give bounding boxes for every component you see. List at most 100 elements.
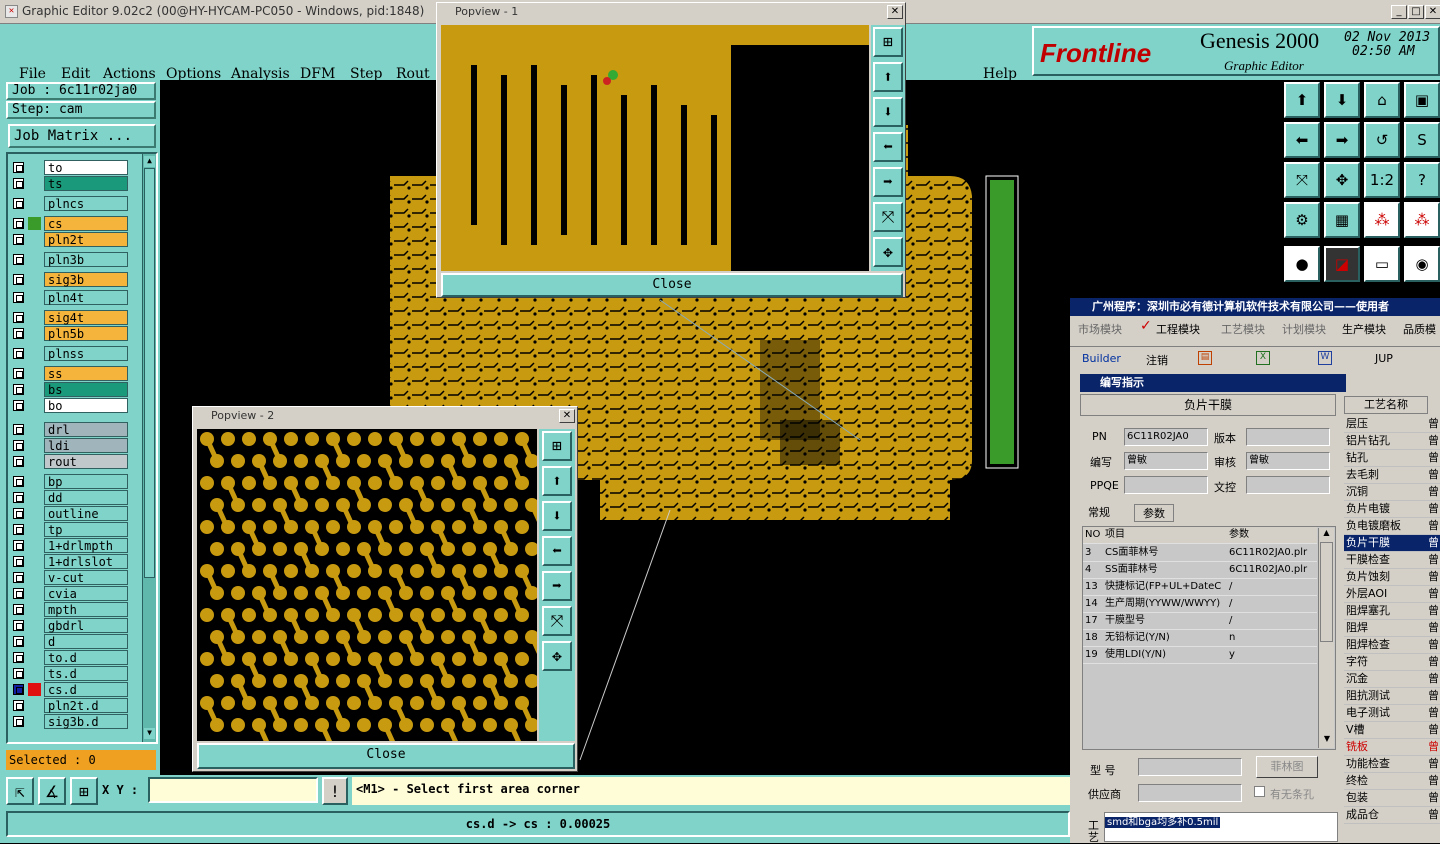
pn-field[interactable]: 6C11R02JA0 bbox=[1124, 428, 1208, 446]
logout-button[interactable]: 注销 bbox=[1146, 352, 1168, 368]
tool-left-icon[interactable]: ⬅ bbox=[1284, 122, 1320, 158]
tool-home-icon[interactable]: ⌂ bbox=[1364, 82, 1400, 118]
supplier-field[interactable] bbox=[1138, 784, 1242, 802]
tab-process[interactable]: 工艺模块 bbox=[1221, 321, 1265, 337]
layer-checkbox[interactable] bbox=[13, 384, 24, 395]
maximize-button[interactable]: □ bbox=[1408, 5, 1424, 19]
subtab-general[interactable]: 常规 bbox=[1088, 504, 1110, 520]
layer-checkbox[interactable] bbox=[13, 254, 24, 265]
layer-checkbox[interactable] bbox=[13, 668, 24, 679]
process-item[interactable]: 负电镀磨板 曾 bbox=[1344, 518, 1440, 535]
popview-2-pan-down-icon[interactable]: ⬇ bbox=[542, 501, 572, 531]
process-item[interactable]: V槽 曾 bbox=[1344, 722, 1440, 739]
popview-2-close-button[interactable]: Close bbox=[197, 743, 575, 769]
popview-1-pan-down-icon[interactable]: ⬇ bbox=[873, 97, 903, 127]
popview-2-close-icon[interactable]: ✕ bbox=[559, 409, 575, 423]
layer-checkbox[interactable] bbox=[13, 684, 24, 695]
layer-row[interactable]: outline bbox=[10, 506, 130, 522]
layer-row[interactable]: to bbox=[10, 160, 130, 176]
layer-row[interactable]: ldi bbox=[10, 438, 130, 454]
process-item[interactable]: 成品仓 曾 bbox=[1344, 807, 1440, 824]
layer-name[interactable]: rout bbox=[44, 454, 128, 469]
popview-1-close-button[interactable]: Close bbox=[441, 273, 903, 297]
tool-slash-icon[interactable]: ◪ bbox=[1324, 246, 1360, 282]
doc-control-field[interactable] bbox=[1246, 476, 1330, 494]
layer-checkbox[interactable] bbox=[13, 274, 24, 285]
layer-name[interactable]: plnss bbox=[44, 346, 128, 361]
process-item[interactable]: 阻焊 曾 bbox=[1344, 620, 1440, 637]
layer-checkbox[interactable] bbox=[13, 636, 24, 647]
process-item[interactable]: 铣板 曾 bbox=[1344, 739, 1440, 756]
tool-window-icon[interactable]: ▣ bbox=[1404, 82, 1440, 118]
layer-checkbox[interactable] bbox=[13, 556, 24, 567]
layer-checkbox[interactable] bbox=[13, 198, 24, 209]
excel-icon[interactable]: X bbox=[1256, 351, 1270, 365]
layer-name[interactable]: sig3b.d bbox=[44, 714, 128, 729]
process-item[interactable]: 层压 曾 bbox=[1344, 416, 1440, 433]
layer-row[interactable]: pln2t.d bbox=[10, 698, 130, 714]
tool-net-icon[interactable]: ⁂ bbox=[1364, 202, 1400, 238]
process-item[interactable]: 干膜检查 曾 bbox=[1344, 552, 1440, 569]
layer-name[interactable]: to.d bbox=[44, 650, 128, 665]
layer-name[interactable]: ts bbox=[44, 176, 128, 191]
process-item[interactable]: 去毛刺 曾 bbox=[1344, 467, 1440, 484]
subtab-params[interactable]: 参数 bbox=[1134, 504, 1174, 522]
layer-row[interactable]: dd bbox=[10, 490, 130, 506]
tool-grid-icon[interactable]: ▦ bbox=[1324, 202, 1360, 238]
layer-row[interactable]: bp bbox=[10, 474, 130, 490]
tool-s-icon[interactable]: S bbox=[1404, 122, 1440, 158]
grid-snap-icon[interactable]: ⊞ bbox=[70, 777, 98, 805]
process-item[interactable]: 包装 曾 bbox=[1344, 790, 1440, 807]
tab-engineering[interactable]: 工程模块 bbox=[1156, 321, 1200, 337]
process-item[interactable]: 功能检查 曾 bbox=[1344, 756, 1440, 773]
layer-checkbox[interactable] bbox=[13, 604, 24, 615]
layer-row[interactable]: pln2t bbox=[10, 232, 130, 248]
popview-2-zoom-center-icon[interactable]: ✥ bbox=[542, 641, 572, 671]
tool-net2-icon[interactable]: ⁂ bbox=[1404, 202, 1440, 238]
layer-name[interactable]: bp bbox=[44, 474, 128, 489]
layer-checkbox[interactable] bbox=[13, 492, 24, 503]
scroll-up-icon[interactable]: ▲ bbox=[144, 156, 155, 167]
popview-1-zoom-center-icon[interactable]: ✥ bbox=[873, 237, 903, 267]
layer-name[interactable]: pln5b bbox=[44, 326, 128, 341]
process-item[interactable]: 沉金 曾 bbox=[1344, 671, 1440, 688]
layer-name[interactable]: cs bbox=[44, 216, 128, 231]
layer-row[interactable]: ts.d bbox=[10, 666, 130, 682]
layer-row[interactable]: bs bbox=[10, 382, 130, 398]
tab-market[interactable]: 市场模块 bbox=[1078, 321, 1122, 337]
close-window-button[interactable]: ✕ bbox=[1425, 5, 1440, 19]
process-item[interactable]: 终检 曾 bbox=[1344, 773, 1440, 790]
process-item[interactable]: 字符 曾 bbox=[1344, 654, 1440, 671]
exclaim-button[interactable]: ! bbox=[322, 777, 348, 805]
builder-button[interactable]: Builder bbox=[1082, 352, 1121, 365]
snap-icon[interactable]: ∡ bbox=[38, 777, 66, 805]
popview-1-close-icon[interactable]: ✕ bbox=[887, 5, 903, 19]
tool-zoom-fit-icon[interactable]: ⤧ bbox=[1284, 162, 1320, 198]
popview-2-pan-right-icon[interactable]: ➡ bbox=[542, 571, 572, 601]
layer-row[interactable]: v-cut bbox=[10, 570, 130, 586]
layer-row[interactable]: sig3b.d bbox=[10, 714, 130, 730]
tool-measure-icon[interactable]: ⚙ bbox=[1284, 202, 1320, 238]
review-field[interactable]: 曾敏 bbox=[1246, 452, 1330, 470]
layer-name[interactable]: cs.d bbox=[44, 682, 128, 697]
layer-name[interactable]: sig4t bbox=[44, 310, 128, 325]
layer-checkbox[interactable] bbox=[13, 292, 24, 303]
process-item[interactable]: 外层AOI 曾 bbox=[1344, 586, 1440, 603]
layer-checkbox[interactable] bbox=[13, 588, 24, 599]
layer-checkbox[interactable] bbox=[13, 652, 24, 663]
tab-plan[interactable]: 计划模块 bbox=[1282, 321, 1326, 337]
layer-row[interactable]: pln3b bbox=[10, 252, 130, 268]
scroll-down-icon[interactable]: ▼ bbox=[144, 728, 155, 739]
layer-name[interactable]: 1+drlmpth bbox=[44, 538, 128, 553]
layer-name[interactable]: ts.d bbox=[44, 666, 128, 681]
layer-checkbox[interactable] bbox=[13, 440, 24, 451]
layer-row[interactable]: sig3b bbox=[10, 272, 130, 288]
layer-name[interactable]: sig3b bbox=[44, 272, 128, 287]
process-item[interactable]: 沉铜 曾 bbox=[1344, 484, 1440, 501]
layer-checkbox[interactable] bbox=[13, 476, 24, 487]
layer-row[interactable]: cs.d bbox=[10, 682, 130, 698]
layer-name[interactable]: bo bbox=[44, 398, 128, 413]
layer-row[interactable]: 1+drlmpth bbox=[10, 538, 130, 554]
layer-name[interactable]: v-cut bbox=[44, 570, 128, 585]
layer-row[interactable]: tp bbox=[10, 522, 130, 538]
